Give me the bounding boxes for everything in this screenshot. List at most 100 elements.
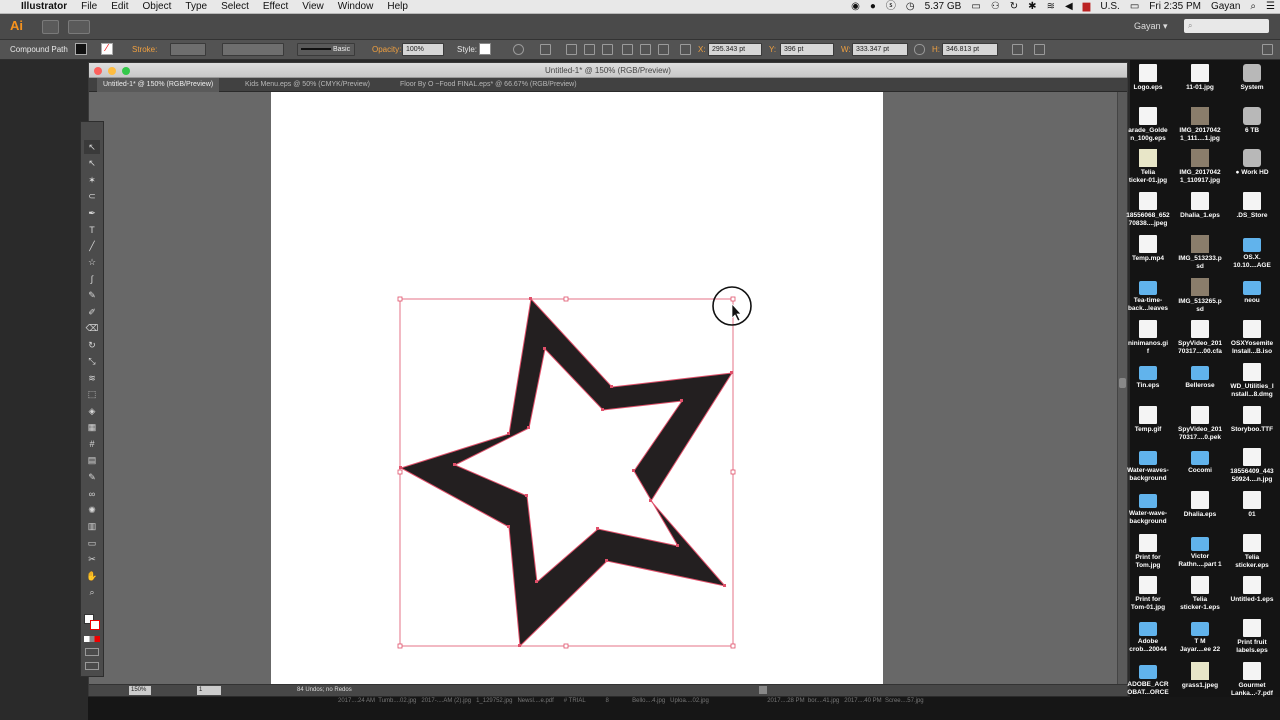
desktop-icon[interactable]: Cocomi <box>1175 446 1225 488</box>
zoom-field[interactable]: 150% <box>129 686 151 695</box>
desktop-icon[interactable]: Logo.eps <box>1123 62 1173 104</box>
align-right-icon[interactable] <box>602 44 613 55</box>
artboard-navigation-field[interactable]: 1 <box>197 686 221 695</box>
star-tool-icon[interactable]: ☆ <box>84 256 100 270</box>
app-menu[interactable]: Illustrator <box>14 0 74 14</box>
desktop-icon[interactable]: ● Work HD <box>1227 147 1277 189</box>
pen-tool-icon[interactable]: ✒ <box>84 206 100 220</box>
draw-mode-icon[interactable] <box>85 648 99 656</box>
zoom-tool-icon[interactable]: ⌕ <box>84 586 100 600</box>
stroke-label[interactable]: Stroke: <box>132 45 157 54</box>
menu-edit[interactable]: Edit <box>104 0 135 14</box>
variable-width-profile[interactable] <box>222 43 284 56</box>
desktop-icon[interactable]: Bellerose <box>1175 361 1225 403</box>
recolor-artwork-icon[interactable] <box>513 44 524 55</box>
column-graph-tool-icon[interactable]: ▥ <box>84 520 100 534</box>
menu-file[interactable]: File <box>74 0 104 14</box>
scale-tool-icon[interactable]: ⤡ <box>84 355 100 369</box>
x-field[interactable]: 295.343 pt <box>708 43 762 56</box>
screen-icon[interactable]: ▭ <box>966 0 985 14</box>
free-transform-tool-icon[interactable]: ⬚ <box>84 388 100 402</box>
evernote-icon[interactable]: ● <box>865 0 881 14</box>
user-icon[interactable]: ⚇ <box>986 0 1005 14</box>
line-segment-tool-icon[interactable]: ╱ <box>84 239 100 253</box>
fill-swatch[interactable] <box>75 43 87 55</box>
shape-builder-tool-icon[interactable]: ◈ <box>84 404 100 418</box>
desktop-icon[interactable]: WD_Utilities_I nstall...8.dmg <box>1227 361 1277 403</box>
clock[interactable]: Fri 2:35 PM <box>1144 0 1206 14</box>
opacity-field[interactable]: 100% <box>402 43 444 56</box>
opacity-label[interactable]: Opacity: <box>372 45 401 54</box>
bluetooth-icon[interactable]: ✱ <box>1023 0 1041 14</box>
time-machine-icon[interactable]: ◷ <box>901 0 920 14</box>
desktop-icon[interactable]: 18556409_443 50924....n.jpg <box>1227 446 1277 488</box>
skype-icon[interactable]: ⓢ <box>881 0 901 14</box>
desktop-icon[interactable]: arade_Golde n_100g.eps <box>1123 105 1173 147</box>
desktop-icon[interactable]: T M Jayar....ee 22 <box>1175 617 1225 659</box>
x-label[interactable]: X: <box>698 45 706 54</box>
constrain-proportions-icon[interactable] <box>914 44 925 55</box>
direct-selection-tool-icon[interactable]: ↖ <box>84 157 100 171</box>
menu-select[interactable]: Select <box>214 0 256 14</box>
desktop-icon[interactable]: Telia ticker-01.jpg <box>1123 147 1173 189</box>
reference-point-icon[interactable] <box>680 44 691 55</box>
desktop-icon[interactable]: Untitled-1.eps <box>1227 574 1277 616</box>
h-field[interactable]: 346.813 pt <box>942 43 998 56</box>
magic-wand-tool-icon[interactable]: ✶ <box>84 173 100 187</box>
desktop-icon[interactable]: Temp.mp4 <box>1123 233 1173 275</box>
align-center-icon[interactable] <box>584 44 595 55</box>
align-middle-icon[interactable] <box>640 44 651 55</box>
align-top-icon[interactable] <box>622 44 633 55</box>
h-label[interactable]: H: <box>932 45 940 54</box>
search-field[interactable]: ⌕ <box>1184 19 1269 33</box>
menu-help[interactable]: Help <box>380 0 415 14</box>
desktop-icon[interactable]: ninimanos.gi f <box>1123 318 1173 360</box>
bridge-button[interactable] <box>42 20 59 34</box>
desktop-icon[interactable]: 18556068_652 70838....jpeg <box>1123 190 1173 232</box>
selection-tool-icon[interactable]: ↖ <box>84 140 100 154</box>
menu-view[interactable]: View <box>295 0 331 14</box>
desktop-icon[interactable]: Storyboo.TTF <box>1227 404 1277 446</box>
align-bottom-icon[interactable] <box>658 44 669 55</box>
desktop-icon[interactable]: Telia sticker.eps <box>1227 532 1277 574</box>
pencil-tool-icon[interactable]: ✎ <box>84 289 100 303</box>
desktop-icon[interactable]: grass1.jpeg <box>1175 660 1225 702</box>
align-left-icon[interactable] <box>566 44 577 55</box>
desktop-icon[interactable]: neou <box>1227 276 1277 318</box>
desktop-icon[interactable]: OSXYosemite Install...B.iso <box>1227 318 1277 360</box>
y-label[interactable]: Y: <box>769 45 776 54</box>
desktop-icon[interactable]: Tin.eps <box>1123 361 1173 403</box>
stroke-swatch[interactable]: ⁄ <box>101 43 113 55</box>
close-button[interactable] <box>94 67 102 75</box>
paintbrush-tool-icon[interactable]: ∫ <box>84 272 100 286</box>
desktop-icon[interactable]: Adobe crob...20044 <box>1123 617 1173 659</box>
tab-kids-menu[interactable]: Kids Menu.eps @ 50% (CMYK/Preview) <box>239 78 376 92</box>
sync-icon[interactable]: ↻ <box>1005 0 1023 14</box>
isolate-icon[interactable] <box>1034 44 1045 55</box>
desktop-icon[interactable]: Water-waves- background <box>1123 446 1173 488</box>
desktop-icon[interactable]: 6 TB <box>1227 105 1277 147</box>
memory-status[interactable]: 5.37 GB <box>920 0 967 14</box>
mesh-tool-icon[interactable]: # <box>84 437 100 451</box>
desktop-icon[interactable]: Temp.gif <box>1123 404 1173 446</box>
desktop-icon[interactable]: Print for Tom.jpg <box>1123 532 1173 574</box>
document-title-bar[interactable]: Untitled-1* @ 150% (RGB/Preview) <box>89 63 1127 78</box>
desktop-icon[interactable]: Dhalia.eps <box>1175 489 1225 531</box>
desktop-icon[interactable]: 11-01.jpg <box>1175 62 1225 104</box>
menu-window[interactable]: Window <box>331 0 381 14</box>
type-tool-icon[interactable]: T <box>84 223 100 237</box>
desktop-icon[interactable]: Gourmet Lanka...-7.pdf <box>1227 660 1277 702</box>
desktop-icon[interactable]: IMG_2017042 1_111....1.jpg <box>1175 105 1225 147</box>
wifi-icon[interactable]: ≋ <box>1042 0 1060 14</box>
desktop-icon[interactable]: Dhalia_1.eps <box>1175 190 1225 232</box>
desktop-icon[interactable]: IMG_513265.p sd <box>1175 276 1225 318</box>
w-field[interactable]: 333.347 pt <box>852 43 908 56</box>
desktop-icon[interactable]: Telia sticker-1.eps <box>1175 574 1225 616</box>
spotlight-icon[interactable]: ⌕ <box>1245 0 1261 14</box>
color-mode-icon[interactable] <box>84 636 100 642</box>
volume-icon[interactable]: ◀ <box>1060 0 1078 14</box>
blob-brush-tool-icon[interactable]: ✐ <box>84 305 100 319</box>
input-locale[interactable]: U.S. <box>1095 0 1124 14</box>
desktop-icon[interactable]: SpyVideo_201 70317....00.cfa <box>1175 318 1225 360</box>
eyedropper-tool-icon[interactable]: ✎ <box>84 470 100 484</box>
